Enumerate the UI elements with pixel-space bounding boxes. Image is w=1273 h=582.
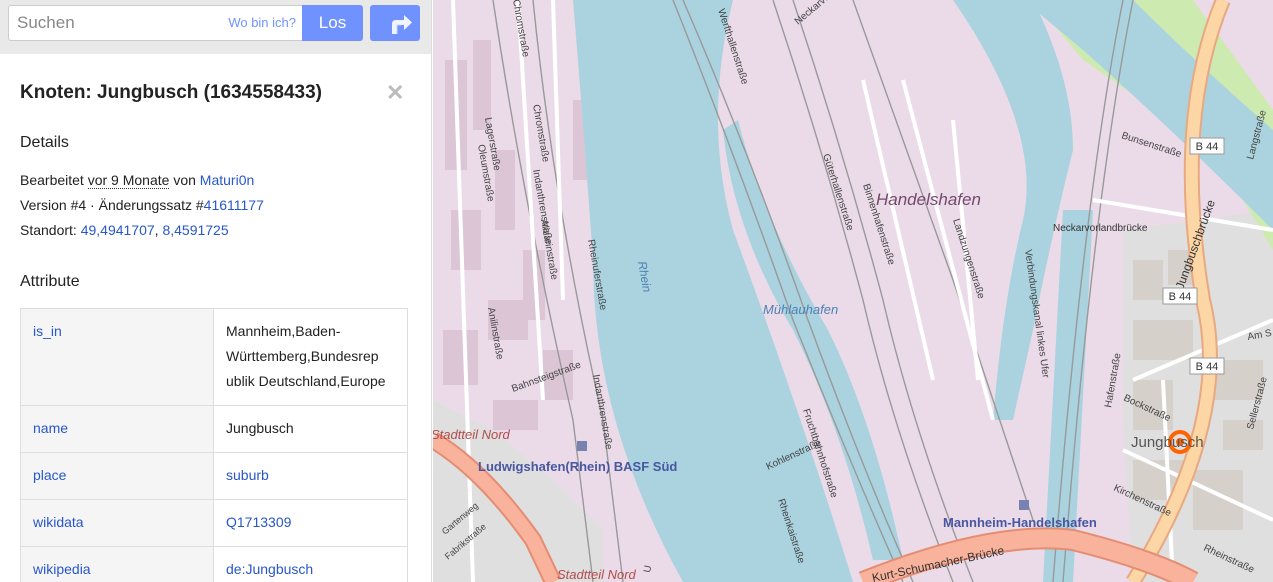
search-box: Wo bin ich? bbox=[8, 5, 304, 41]
label-handelshafen: Handelshafen bbox=[876, 190, 981, 209]
attribute-value-text: Jungbusch bbox=[226, 420, 294, 436]
attribute-value[interactable]: Q1713309 bbox=[213, 499, 408, 547]
attribute-key[interactable]: is_in bbox=[20, 308, 214, 406]
version-text: Version #4 · Änderungssatz # bbox=[20, 197, 204, 213]
attribute-value[interactable]: de:Jungbusch bbox=[213, 546, 408, 582]
attribute-table: is_in Mannheim,Baden- Württemberg,Bundesr… bbox=[20, 308, 408, 582]
b44-shield-text: B 44 bbox=[1196, 361, 1219, 373]
edited-by: von bbox=[169, 172, 200, 188]
attribute-key-text: is_in bbox=[33, 323, 62, 339]
attribute-key-text: place bbox=[33, 467, 67, 483]
search-input[interactable] bbox=[9, 6, 235, 40]
where-am-i-link[interactable]: Wo bin ich? bbox=[228, 15, 296, 30]
attribute-value-line: Württemberg,Bundesrep bbox=[226, 348, 379, 364]
edited-line: Bearbeitet vor 9 Monate von Maturi0n bbox=[20, 172, 254, 189]
close-icon[interactable]: ✕ bbox=[386, 80, 404, 106]
attributes-heading: Attribute bbox=[20, 273, 80, 290]
user-link[interactable]: Maturi0n bbox=[200, 172, 254, 188]
version-line: Version #4 · Änderungssatz #41611177 bbox=[20, 197, 264, 213]
table-row: place suburb bbox=[20, 452, 408, 500]
label-neckarvorlandbruecke: Neckarvorlandbrücke bbox=[1053, 223, 1148, 234]
b44-shield-text: B 44 bbox=[1196, 141, 1219, 153]
location-label: Standort: bbox=[20, 222, 81, 238]
attribute-key-text: wikipedia bbox=[33, 561, 91, 577]
attribute-key-text: wikidata bbox=[33, 514, 84, 530]
label-muhlauhafen: Mühlauhafen bbox=[763, 302, 838, 317]
directions-button[interactable] bbox=[370, 5, 420, 41]
attribute-value-text: de:Jungbusch bbox=[226, 561, 314, 577]
page-title: Knoten: Jungbusch (1634558433) bbox=[20, 82, 322, 103]
attribute-value-text: suburb bbox=[226, 467, 269, 483]
attribute-key[interactable]: wikipedia bbox=[20, 546, 214, 582]
label-station-ludwigshafen: Ludwigshafen(Rhein) BASF Süd bbox=[478, 459, 677, 474]
search-go-button[interactable]: Los bbox=[302, 5, 363, 41]
latitude-link[interactable]: 49,4941707 bbox=[81, 222, 155, 238]
attribute-value: Jungbusch bbox=[213, 405, 408, 453]
label-station-mannheim: Mannheim-Handelshafen bbox=[943, 515, 1097, 530]
attribute-value[interactable]: suburb bbox=[213, 452, 408, 500]
location-line: Standort: 49,4941707, 8,4591725 bbox=[20, 222, 229, 238]
longitude-link[interactable]: 8,4591725 bbox=[162, 222, 228, 238]
attribute-value: Mannheim,Baden- Württemberg,Bundesrep ubli… bbox=[213, 308, 408, 406]
table-row: wikidata Q1713309 bbox=[20, 499, 408, 547]
changeset-link[interactable]: 41611177 bbox=[204, 197, 264, 213]
attribute-key[interactable]: name bbox=[20, 405, 214, 453]
attribute-value-text: Q1713309 bbox=[226, 514, 292, 530]
attribute-key[interactable]: wikidata bbox=[20, 499, 214, 547]
table-row: name Jungbusch bbox=[20, 405, 408, 453]
station-marker bbox=[577, 441, 587, 451]
sidebar: Wo bin ich? Los Knoten: Jungbusch (16345… bbox=[0, 0, 432, 582]
map-canvas[interactable]: Handelshafen Mühlauhafen Rhein Jungbusch… bbox=[433, 0, 1273, 582]
label-jungbusch: Jungbusch bbox=[1131, 434, 1204, 451]
map-view[interactable]: Handelshafen Mühlauhafen Rhein Jungbusch… bbox=[433, 0, 1273, 582]
attribute-key[interactable]: place bbox=[20, 452, 214, 500]
search-bar: Wo bin ich? Los bbox=[0, 0, 431, 54]
station-marker bbox=[1019, 500, 1029, 510]
edited-age: vor 9 Monate bbox=[87, 172, 170, 189]
attribute-key-text: name bbox=[33, 420, 69, 436]
table-row: is_in Mannheim,Baden- Württemberg,Bundesr… bbox=[20, 308, 408, 406]
attribute-value-line: Mannheim,Baden- bbox=[226, 323, 341, 339]
label-stadtteil-nord: Stadtteil Nord bbox=[433, 427, 511, 442]
details-heading: Details bbox=[20, 134, 69, 151]
edited-prefix: Bearbeitet bbox=[20, 172, 88, 188]
table-row: wikipedia de:Jungbusch bbox=[20, 546, 408, 582]
directions-icon bbox=[392, 15, 412, 34]
attribute-value-line: ublik Deutschland,Europe bbox=[226, 373, 386, 389]
b44-shield-text: B 44 bbox=[1169, 291, 1192, 303]
label-stadtteil-nord: Stadtteil Nord bbox=[557, 567, 637, 582]
